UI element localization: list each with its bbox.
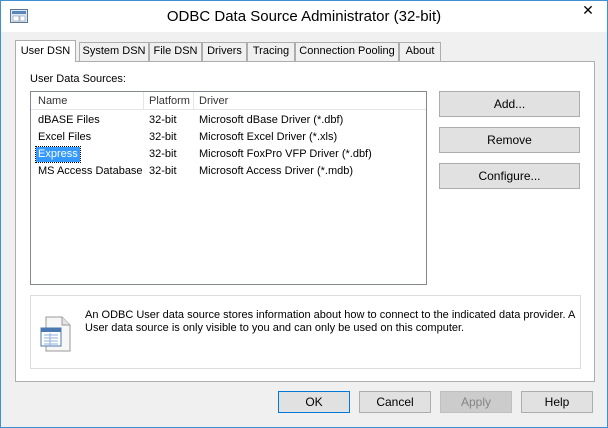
user-dsn-panel: User Data Sources: Name Platform Driver …	[15, 61, 595, 382]
row-platform: 32-bit	[149, 148, 177, 160]
configure-button[interactable]: Configure...	[439, 163, 580, 189]
list-header: Name Platform Driver	[31, 92, 426, 110]
tab-user-dsn[interactable]: User DSN	[15, 40, 76, 62]
row-platform: 32-bit	[149, 165, 177, 177]
tab-about[interactable]: About	[399, 42, 441, 61]
column-header-driver[interactable]: Driver	[199, 95, 228, 107]
row-platform: 32-bit	[149, 131, 177, 143]
list-item[interactable]: dBASE Files 32-bit Microsoft dBase Drive…	[31, 112, 426, 129]
title-bar: ODBC Data Source Administrator (32-bit) …	[1, 1, 607, 32]
close-icon: ✕	[582, 2, 594, 18]
row-driver: Microsoft FoxPro VFP Driver (*.dbf)	[199, 148, 372, 160]
tab-connection-pooling[interactable]: Connection Pooling	[295, 42, 399, 61]
window-title: ODBC Data Source Administrator (32-bit)	[166, 8, 442, 25]
odbc-admin-window: ODBC Data Source Administrator (32-bit) …	[0, 0, 608, 428]
row-driver: Microsoft Excel Driver (*.xls)	[199, 131, 338, 143]
info-description: An ODBC User data source stores informat…	[85, 309, 575, 334]
row-name: dBASE Files	[38, 114, 100, 126]
tab-drivers[interactable]: Drivers	[202, 42, 247, 61]
info-box: An ODBC User data source stores informat…	[30, 295, 581, 369]
row-driver: Microsoft Access Driver (*.mdb)	[199, 165, 354, 177]
cancel-button[interactable]: Cancel	[359, 391, 431, 413]
data-source-info-icon	[40, 316, 71, 352]
tab-file-dsn[interactable]: File DSN	[149, 42, 202, 61]
row-platform: 32-bit	[149, 114, 177, 126]
list-item[interactable]: MS Access Database 32-bit Microsoft Acce…	[31, 163, 426, 180]
help-button[interactable]: Help	[521, 391, 593, 413]
list-item-selected[interactable]: Express 32-bit Microsoft FoxPro VFP Driv…	[31, 146, 426, 163]
list-item[interactable]: Excel Files 32-bit Microsoft Excel Drive…	[31, 129, 426, 146]
column-header-name[interactable]: Name	[38, 95, 67, 107]
row-name: Express	[35, 146, 81, 163]
column-header-platform[interactable]: Platform	[149, 95, 190, 107]
data-sources-list[interactable]: Name Platform Driver dBASE Files 32-bit …	[30, 91, 427, 285]
close-button[interactable]: ✕	[575, 1, 601, 21]
row-name: Excel Files	[38, 131, 92, 143]
tab-system-dsn[interactable]: System DSN	[79, 42, 149, 61]
row-name: MS Access Database	[38, 165, 143, 177]
row-driver: Microsoft dBase Driver (*.dbf)	[199, 114, 344, 126]
tab-tracing[interactable]: Tracing	[247, 42, 295, 61]
column-divider[interactable]	[143, 92, 144, 110]
add-button[interactable]: Add...	[439, 91, 580, 117]
ok-button[interactable]: OK	[278, 391, 350, 413]
column-divider[interactable]	[193, 92, 194, 110]
apply-button: Apply	[440, 391, 512, 413]
remove-button[interactable]: Remove	[439, 127, 580, 153]
user-data-sources-label: User Data Sources:	[30, 73, 126, 85]
